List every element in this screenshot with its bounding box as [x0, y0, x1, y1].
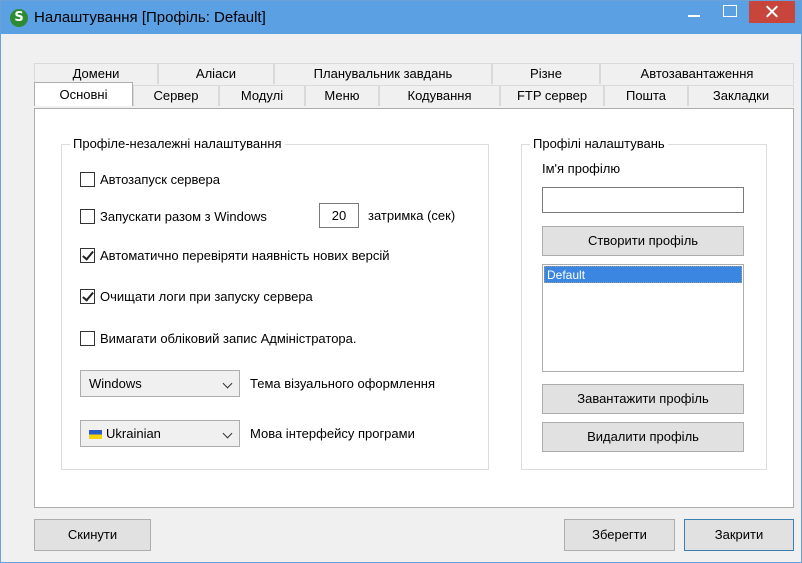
theme-select[interactable]: Windows: [80, 370, 240, 397]
chevron-down-icon: [222, 428, 233, 439]
tab-mail[interactable]: Пошта: [604, 85, 688, 106]
with-windows-row[interactable]: Запускати разом з Windows: [80, 209, 267, 224]
tabs-row-front: Основні Сервер Модулі Меню Кодування FTP…: [34, 82, 794, 106]
require-admin-checkbox[interactable]: [80, 331, 95, 346]
ukraine-flag-icon: [89, 430, 102, 439]
check-updates-row[interactable]: Автоматично перевіряти наявність нових в…: [80, 248, 390, 263]
profile-list-item[interactable]: Default: [544, 266, 742, 283]
autostart-row[interactable]: Автозапуск сервера: [80, 172, 220, 187]
tab-menu[interactable]: Меню: [305, 85, 379, 106]
check-updates-checkbox[interactable]: [80, 248, 95, 263]
require-admin-row[interactable]: Вимагати обліковий запис Адміністратора.: [80, 331, 357, 346]
tab-main[interactable]: Основні: [34, 82, 133, 106]
tab-ftp-server[interactable]: FTP сервер: [500, 85, 604, 106]
profile-name-label: Ім'я профілю: [542, 161, 621, 176]
delay-label: затримка (сек): [368, 208, 456, 223]
independent-settings-group: Профіле-незалежні налаштування Автозапус…: [61, 136, 489, 470]
tab-domains[interactable]: Домени: [34, 63, 158, 84]
profile-name-input[interactable]: [542, 187, 744, 213]
clear-logs-checkbox[interactable]: [80, 289, 95, 304]
close-button[interactable]: Закрити: [684, 519, 794, 551]
require-admin-label: Вимагати обліковий запис Адміністратора.: [100, 331, 357, 346]
theme-label: Тема візуального оформлення: [250, 376, 436, 391]
tab-autoload[interactable]: Автозавантаження: [600, 63, 794, 84]
minimize-button[interactable]: [677, 1, 711, 23]
close-window-button[interactable]: [749, 1, 795, 23]
main-tab-panel: Профіле-незалежні налаштування Автозапус…: [34, 108, 794, 508]
clear-logs-label: Очищати логи при запуску сервера: [100, 289, 313, 304]
delay-input[interactable]: 20: [319, 203, 359, 228]
theme-select-value: Windows: [89, 376, 142, 391]
reset-button[interactable]: Скинути: [34, 519, 151, 551]
check-updates-label: Автоматично перевіряти наявність нових в…: [100, 248, 390, 263]
with-windows-label: Запускати разом з Windows: [100, 209, 267, 224]
tab-server[interactable]: Сервер: [133, 85, 219, 106]
autostart-label: Автозапуск сервера: [100, 172, 220, 187]
save-button[interactable]: Зберегти: [564, 519, 675, 551]
tab-encoding[interactable]: Кодування: [379, 85, 500, 106]
create-profile-button[interactable]: Створити профіль: [542, 226, 744, 256]
app-icon: S: [10, 9, 28, 27]
tab-misc[interactable]: Різне: [492, 63, 600, 84]
delete-profile-button[interactable]: Видалити профіль: [542, 422, 744, 452]
tabs-row-back: Домени Аліаси Планувальник завдань Різне…: [34, 63, 794, 84]
chevron-down-icon: [222, 378, 233, 389]
language-label: Мова інтерфейсу програми: [250, 426, 415, 441]
tab-scheduler[interactable]: Планувальник завдань: [274, 63, 492, 84]
autostart-checkbox[interactable]: [80, 172, 95, 187]
with-windows-checkbox[interactable]: [80, 209, 95, 224]
window-title: Налаштування [Профіль: Default]: [34, 9, 266, 26]
clear-logs-row[interactable]: Очищати логи при запуску сервера: [80, 289, 313, 304]
load-profile-button[interactable]: Завантажити профіль: [542, 384, 744, 414]
language-select-value: Ukrainian: [106, 426, 161, 441]
language-select[interactable]: Ukrainian: [80, 420, 240, 447]
title-bar[interactable]: S Налаштування [Профіль: Default]: [1, 1, 801, 34]
tab-modules[interactable]: Модулі: [219, 85, 305, 106]
profiles-group: Профілі налаштувань Ім'я профілю Створит…: [521, 136, 767, 470]
settings-window: S Налаштування [Профіль: Default] Домени…: [0, 0, 802, 563]
independent-settings-title: Профіле-незалежні налаштування: [70, 136, 285, 151]
tab-aliases[interactable]: Аліаси: [158, 63, 274, 84]
maximize-button[interactable]: [713, 1, 747, 23]
profiles-group-title: Профілі налаштувань: [530, 136, 668, 151]
tab-bookmarks[interactable]: Закладки: [688, 85, 794, 106]
profiles-list[interactable]: Default: [542, 264, 744, 372]
